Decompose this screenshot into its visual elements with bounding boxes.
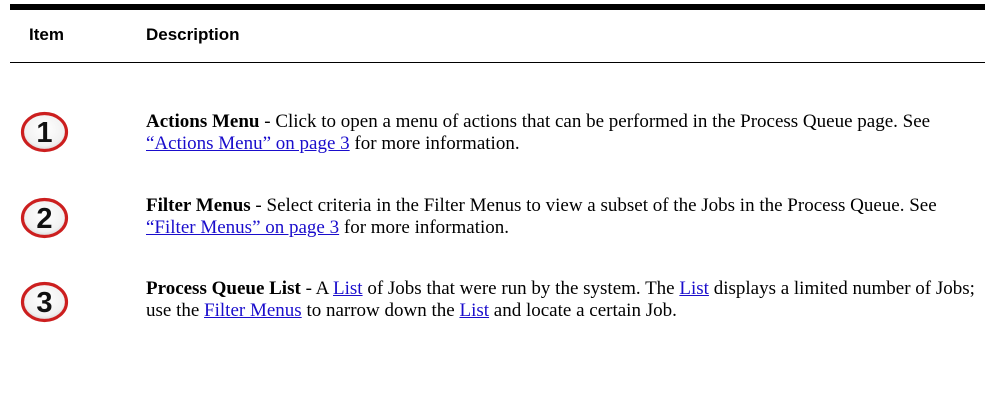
callout-1-icon: 1 <box>20 111 69 153</box>
header-rule <box>10 62 985 63</box>
row-title: Process Queue List <box>146 278 301 299</box>
callout-3-icon: 3 <box>20 281 69 323</box>
row-title: Filter Menus <box>146 195 251 216</box>
filter-menus-link[interactable]: Filter Menus <box>204 300 302 321</box>
row-text: Select criteria in the Filter Menus to v… <box>266 195 937 216</box>
row-text: for more information. <box>339 217 510 238</box>
svg-text:3: 3 <box>36 287 52 319</box>
row-description: Actions Menu - Click to open a menu of a… <box>146 111 976 155</box>
list-link[interactable]: List <box>459 300 489 321</box>
row-text: to narrow down the <box>301 300 460 321</box>
row-text: and locate a certain Job. <box>489 300 677 321</box>
top-rule <box>10 4 985 10</box>
row-separator: - <box>250 195 267 216</box>
row-description: Process Queue List - A List of Jobs that… <box>146 278 976 322</box>
list-link[interactable]: List <box>333 278 363 299</box>
callout-2-icon: 2 <box>20 197 69 239</box>
actions-menu-link[interactable]: “Actions Menu” on page 3 <box>146 133 350 154</box>
svg-text:1: 1 <box>36 117 52 149</box>
row-description: Filter Menus - Select criteria in the Fi… <box>146 195 976 239</box>
row-text: Click to open a menu of actions that can… <box>275 111 931 132</box>
row-text: for more information. <box>349 133 520 154</box>
column-header-description: Description <box>146 25 240 44</box>
row-separator: - <box>259 111 276 132</box>
list-link[interactable]: List <box>679 278 709 299</box>
filter-menus-link[interactable]: “Filter Menus” on page 3 <box>146 217 339 238</box>
svg-text:2: 2 <box>36 203 52 235</box>
row-title: Actions Menu <box>146 111 260 132</box>
row-text: of Jobs that were run by the system. The <box>362 278 680 299</box>
column-header-item: Item <box>29 25 64 44</box>
row-separator: - A <box>300 278 334 299</box>
